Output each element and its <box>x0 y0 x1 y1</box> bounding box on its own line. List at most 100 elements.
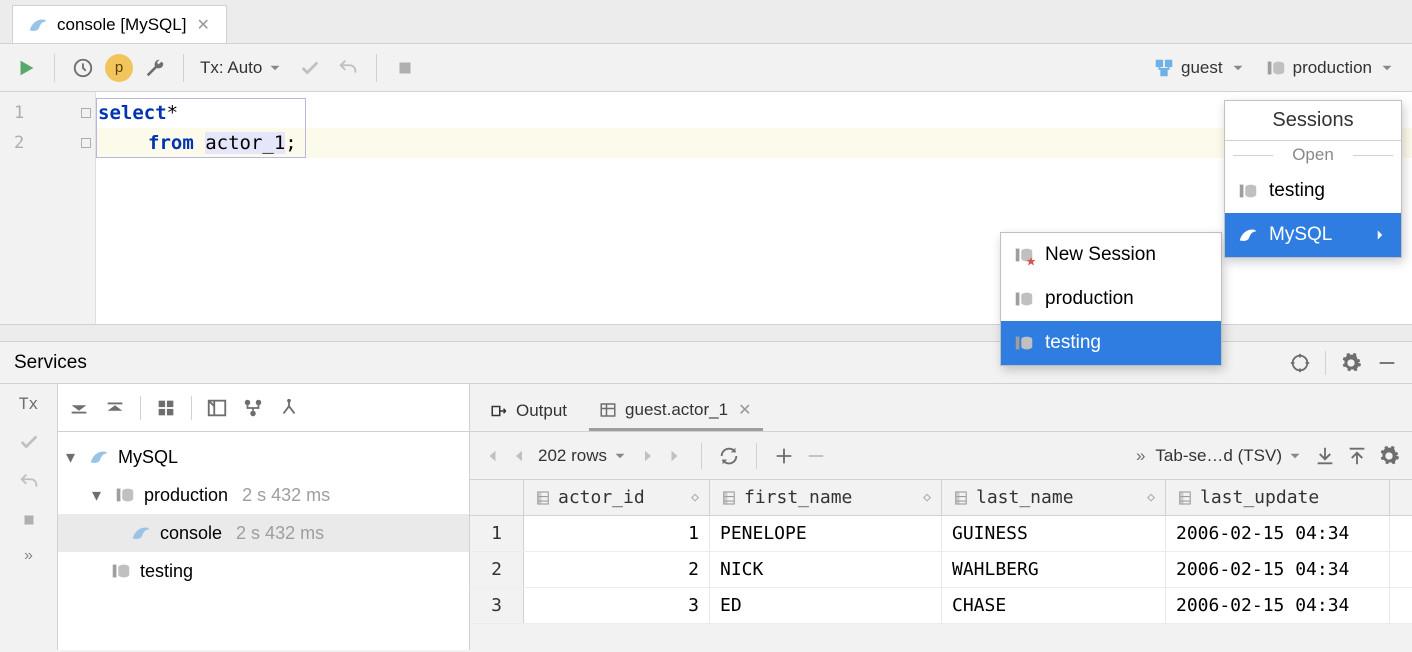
commit-button[interactable] <box>18 431 40 453</box>
grid-header-row: actor_id◇ first_name◇ last_name◇ last_up… <box>470 480 1412 516</box>
sort-icon[interactable]: ◇ <box>691 490 699 505</box>
results-toolbar: 202 rows » Tab-se…d (TSV) <box>470 432 1412 480</box>
cell[interactable]: 3 <box>524 588 710 623</box>
output-tab[interactable]: Output <box>480 391 577 431</box>
tx-mode-label: Tx: Auto <box>200 58 262 78</box>
target-icon[interactable] <box>1289 352 1311 374</box>
result-tab[interactable]: guest.actor_1 ✕ <box>589 391 763 431</box>
grid-view-icon[interactable] <box>155 397 177 419</box>
item-label: testing <box>1269 180 1325 202</box>
more-icon[interactable]: » <box>24 547 33 565</box>
sort-icon[interactable]: ◇ <box>1147 490 1155 505</box>
column-header[interactable]: last_update <box>1166 480 1390 515</box>
item-label: production <box>1045 288 1134 310</box>
tree-item[interactable]: console 2 s 432 ms <box>58 514 469 552</box>
file-tab-console[interactable]: console [MySQL] ✕ <box>12 5 227 43</box>
cell[interactable]: ED <box>710 588 942 623</box>
add-row-icon[interactable] <box>773 445 795 467</box>
tree-item[interactable]: testing <box>58 552 469 590</box>
services-tree[interactable]: ▾ MySQL ▾ production 2 s 432 ms console … <box>58 432 469 590</box>
gear-icon[interactable] <box>1378 445 1400 467</box>
collapse-all-icon[interactable] <box>104 397 126 419</box>
gear-icon[interactable] <box>1340 352 1362 374</box>
close-icon[interactable]: ✕ <box>736 400 753 420</box>
column-icon <box>952 489 970 507</box>
rollback-button[interactable] <box>332 52 364 84</box>
column-header[interactable]: first_name◇ <box>710 480 942 515</box>
fold-icon[interactable] <box>81 108 91 118</box>
fold-icon[interactable] <box>81 138 91 148</box>
mysql-icon <box>88 446 110 468</box>
table-row[interactable]: 1 1 PENELOPE GUINESS 2006-02-15 04:34 <box>470 516 1412 552</box>
item-label: MySQL <box>1269 224 1332 246</box>
cell[interactable]: 2006-02-15 04:34 <box>1166 552 1390 587</box>
tab-label: guest.actor_1 <box>625 400 728 420</box>
row-number: 1 <box>470 516 524 551</box>
cell[interactable]: CHASE <box>942 588 1166 623</box>
settings-wrench-button[interactable] <box>139 52 171 84</box>
branch-icon[interactable] <box>242 397 264 419</box>
services-panel: Tx » ▾ MySQL ▾ production <box>0 384 1412 650</box>
cell[interactable]: 2006-02-15 04:34 <box>1166 516 1390 551</box>
column-header[interactable]: last_name◇ <box>942 480 1166 515</box>
row-count-dropdown[interactable]: 202 rows <box>538 446 629 466</box>
reload-icon[interactable] <box>718 445 740 467</box>
session-item-production[interactable]: production <box>1001 277 1221 321</box>
prev-page-icon[interactable] <box>510 447 528 465</box>
cell[interactable]: GUINESS <box>942 516 1166 551</box>
cell[interactable]: NICK <box>710 552 942 587</box>
session-item-mysql[interactable]: MySQL <box>1225 213 1401 257</box>
problems-badge[interactable]: p <box>105 54 133 82</box>
column-header[interactable]: actor_id◇ <box>524 480 710 515</box>
schema-dropdown[interactable]: guest <box>1147 57 1253 79</box>
next-page-icon[interactable] <box>639 447 657 465</box>
datasource-icon <box>110 560 132 582</box>
expand-all-icon[interactable] <box>68 397 90 419</box>
session-item-testing[interactable]: testing <box>1225 169 1401 213</box>
cell[interactable]: WAHLBERG <box>942 552 1166 587</box>
stop-button[interactable] <box>389 52 421 84</box>
column-icon <box>534 489 552 507</box>
tab-label: Output <box>516 401 567 421</box>
table-icon <box>599 401 617 419</box>
tree-root[interactable]: ▾ MySQL <box>58 438 469 476</box>
split-icon[interactable] <box>278 397 300 419</box>
datasource-icon <box>1013 332 1035 354</box>
datasource-icon <box>1265 57 1287 79</box>
session-dropdown[interactable]: production <box>1259 57 1402 79</box>
tree-time: 2 s 432 ms <box>236 523 324 544</box>
tx-label-icon[interactable]: Tx <box>19 394 38 413</box>
tree-label: MySQL <box>118 447 178 468</box>
export-icon[interactable] <box>1314 445 1336 467</box>
hide-icon[interactable] <box>1376 352 1398 374</box>
new-session-item[interactable]: New Session <box>1001 233 1221 277</box>
tx-mode-dropdown[interactable]: Tx: Auto <box>196 58 288 78</box>
session-item-testing[interactable]: testing <box>1001 321 1221 365</box>
tree-item[interactable]: ▾ production 2 s 432 ms <box>58 476 469 514</box>
view-format-dropdown[interactable]: Tab-se…d (TSV) <box>1155 446 1304 466</box>
import-icon[interactable] <box>1346 445 1368 467</box>
run-button[interactable] <box>10 52 42 84</box>
rollback-button[interactable] <box>18 471 40 493</box>
cell[interactable]: 1 <box>524 516 710 551</box>
first-page-icon[interactable] <box>482 447 500 465</box>
results-grid[interactable]: actor_id◇ first_name◇ last_name◇ last_up… <box>470 480 1412 650</box>
more-icon[interactable]: » <box>1136 446 1145 466</box>
stop-button[interactable] <box>20 511 38 529</box>
results-panel: Output guest.actor_1 ✕ 202 rows » <box>470 384 1412 650</box>
line-number: 2 <box>14 133 24 153</box>
last-page-icon[interactable] <box>667 447 685 465</box>
cell[interactable]: 2006-02-15 04:34 <box>1166 588 1390 623</box>
table-row[interactable]: 2 2 NICK WAHLBERG 2006-02-15 04:34 <box>470 552 1412 588</box>
layout-icon[interactable] <box>206 397 228 419</box>
cell[interactable]: 2 <box>524 552 710 587</box>
line-number: 1 <box>14 103 24 123</box>
close-icon[interactable]: ✕ <box>194 15 211 35</box>
remove-row-icon[interactable] <box>805 445 827 467</box>
sort-icon[interactable]: ◇ <box>923 490 931 505</box>
cell[interactable]: PENELOPE <box>710 516 942 551</box>
commit-button[interactable] <box>294 52 326 84</box>
table-row[interactable]: 3 3 ED CHASE 2006-02-15 04:34 <box>470 588 1412 624</box>
row-count-label: 202 rows <box>538 446 607 466</box>
history-button[interactable] <box>67 52 99 84</box>
